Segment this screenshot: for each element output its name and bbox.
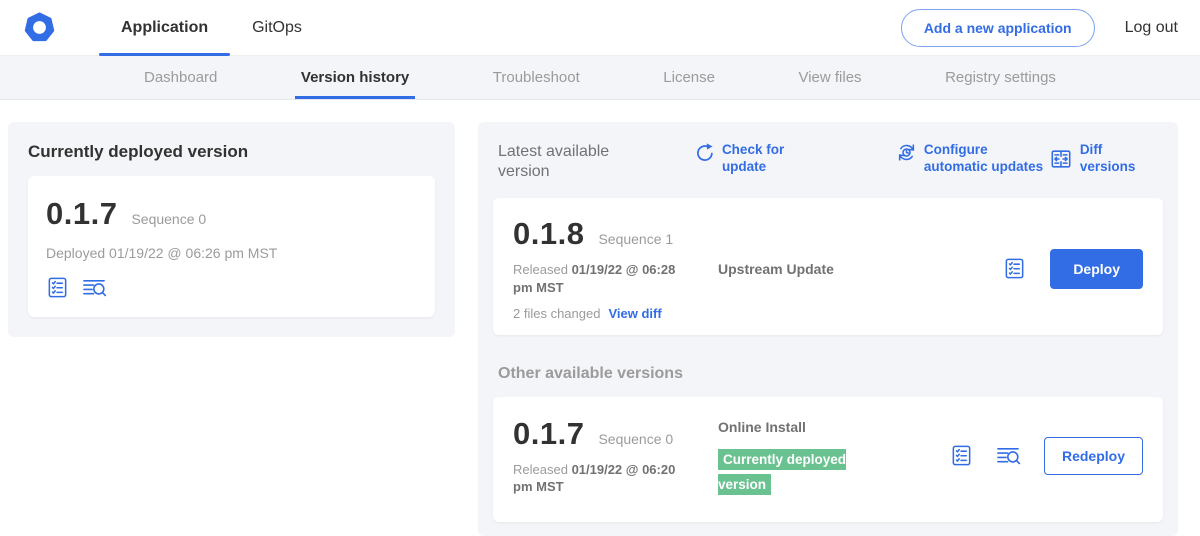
- app-logo[interactable]: [24, 0, 55, 55]
- tab-application[interactable]: Application: [99, 0, 230, 55]
- checklist-icon[interactable]: [950, 444, 973, 467]
- subnav-tab-view-files[interactable]: View files: [792, 56, 867, 99]
- refresh-arrow-icon: [694, 142, 715, 163]
- currently-deployed-title: Currently deployed version: [28, 142, 435, 162]
- latest-version-number: 0.1.8: [513, 216, 584, 252]
- deployed-sequence-label: Sequence 0: [131, 211, 206, 227]
- other-version-card: 0.1.7 Sequence 0 Released 01/19/22 @ 06:…: [493, 397, 1163, 522]
- install-type-label: Online Install: [718, 419, 878, 435]
- latest-version-card: 0.1.8 Sequence 1 Released 01/19/22 @ 06:…: [493, 198, 1163, 335]
- subnav-tab-troubleshoot[interactable]: Troubleshoot: [487, 56, 586, 99]
- latest-released-timestamp: Released 01/19/22 @ 06:28 pm MST: [513, 261, 693, 296]
- diff-table-icon: [1049, 148, 1073, 170]
- checklist-icon[interactable]: [1003, 257, 1026, 280]
- diff-versions-label: Diff versions: [1080, 142, 1158, 176]
- heptagon-ring-logo-icon: [24, 12, 55, 43]
- deployed-version-card: 0.1.7 Sequence 0 Deployed 01/19/22 @ 06:…: [28, 176, 435, 317]
- latest-available-title: Latest available version: [498, 142, 622, 182]
- diff-versions-link[interactable]: Diff versions: [1049, 142, 1158, 176]
- primary-tabs: Application GitOps: [99, 0, 324, 55]
- top-nav: Application GitOps Add a new application…: [0, 0, 1200, 56]
- configure-automatic-updates-link[interactable]: Configure automatic updates: [896, 142, 1049, 176]
- files-changed-line: 2 files changedView diff: [513, 306, 718, 321]
- latest-sequence-label: Sequence 1: [598, 231, 673, 247]
- check-for-update-label: Check for update: [722, 142, 828, 176]
- view-diff-link[interactable]: View diff: [608, 306, 661, 321]
- subnav-tab-version-history[interactable]: Version history: [295, 56, 415, 99]
- redeploy-button[interactable]: Redeploy: [1044, 437, 1143, 475]
- version-source-label: Upstream Update: [718, 261, 834, 277]
- currently-deployed-badge: Currently deployed version: [718, 449, 846, 495]
- logs-search-icon[interactable]: [995, 444, 1022, 467]
- tab-gitops[interactable]: GitOps: [230, 0, 324, 55]
- subnav-tab-dashboard[interactable]: Dashboard: [138, 56, 223, 99]
- subnav-tab-license[interactable]: License: [657, 56, 721, 99]
- deployed-timestamp: Deployed 01/19/22 @ 06:26 pm MST: [46, 245, 417, 261]
- other-sequence-label: Sequence 0: [598, 431, 673, 447]
- check-for-update-link[interactable]: Check for update: [694, 142, 828, 176]
- other-versions-heading: Other available versions: [498, 365, 1158, 383]
- app-sub-nav: Dashboard Version history Troubleshoot L…: [0, 56, 1200, 100]
- configure-automatic-updates-label: Configure automatic updates: [924, 142, 1049, 176]
- available-versions-panel: Latest available version Check for updat…: [478, 122, 1178, 536]
- version-history-page: Currently deployed version 0.1.7 Sequenc…: [0, 100, 1200, 536]
- other-version-number: 0.1.7: [513, 416, 584, 452]
- deploy-button[interactable]: Deploy: [1050, 249, 1143, 289]
- auto-update-clock-icon: [896, 142, 917, 163]
- add-new-application-button[interactable]: Add a new application: [901, 9, 1095, 47]
- currently-deployed-panel: Currently deployed version 0.1.7 Sequenc…: [8, 122, 455, 337]
- subnav-tab-registry-settings[interactable]: Registry settings: [939, 56, 1062, 99]
- logs-search-icon[interactable]: [81, 276, 108, 299]
- checklist-icon[interactable]: [46, 276, 69, 299]
- logout-link[interactable]: Log out: [1125, 19, 1178, 37]
- other-released-timestamp: Released 01/19/22 @ 06:20 pm MST: [513, 461, 693, 496]
- deployed-version-number: 0.1.7: [46, 196, 117, 232]
